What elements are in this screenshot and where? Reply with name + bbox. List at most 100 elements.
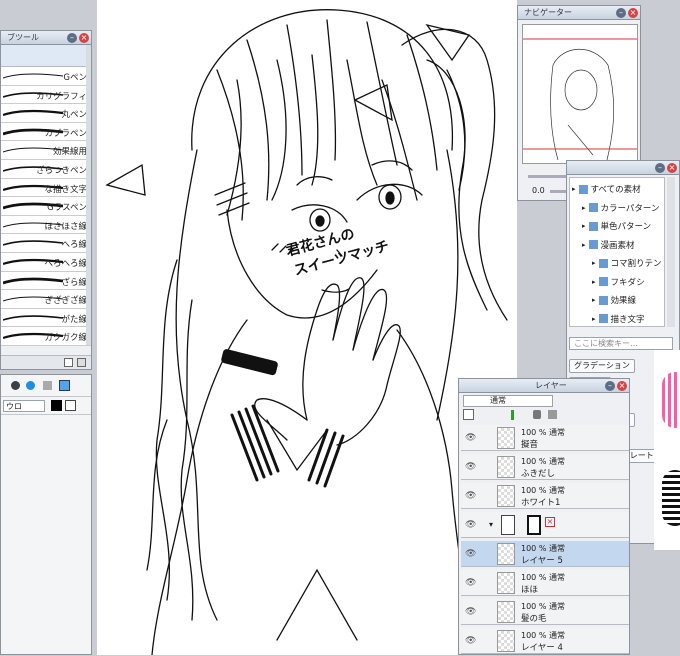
close-icon[interactable]: × bbox=[628, 7, 638, 18]
close-icon[interactable]: × bbox=[667, 162, 677, 173]
brush-item[interactable]: Gラスペン bbox=[1, 197, 91, 216]
eye-icon[interactable]: 👁 bbox=[465, 433, 476, 443]
brush-item[interactable]: Gペン bbox=[1, 67, 91, 86]
layer-opacity-blend: 100 % 通常 bbox=[521, 573, 565, 582]
brush-item[interactable]: カブラペン bbox=[1, 122, 91, 142]
minimize-icon[interactable]: – bbox=[605, 380, 615, 391]
mask-icon[interactable] bbox=[548, 410, 557, 419]
layer-name: ホワイト1 bbox=[521, 498, 561, 508]
brush-item-label: 効果線用 bbox=[52, 147, 87, 158]
minimize-icon[interactable]: – bbox=[655, 162, 665, 173]
folder-icon bbox=[588, 203, 598, 213]
brush-item[interactable]: ほさほさ線 bbox=[1, 215, 91, 235]
main-color-chip[interactable] bbox=[51, 400, 62, 411]
brush-item[interactable]: な描き文字 bbox=[1, 178, 91, 198]
layer-row[interactable]: 👁 100 % 通常 ほほ bbox=[461, 570, 629, 596]
close-icon[interactable]: × bbox=[617, 380, 627, 391]
material-tree-scrollbar[interactable] bbox=[667, 177, 675, 327]
expand-arrow-icon[interactable]: ▸ bbox=[592, 296, 596, 304]
brush-item[interactable]: へろへろ線 bbox=[1, 252, 91, 272]
brush-item[interactable]: ざらつきペン bbox=[1, 159, 91, 179]
material-tree-item[interactable]: ▸ 漫画素材 bbox=[572, 236, 662, 255]
eye-icon[interactable]: 👁 bbox=[465, 578, 476, 588]
color-wheel-icon[interactable] bbox=[26, 381, 35, 390]
expand-arrow-icon[interactable]: ▸ bbox=[592, 315, 596, 323]
material-tree-label: カラーパターン bbox=[600, 203, 660, 214]
material-tree-item[interactable]: ▸ コマ割りテン bbox=[572, 254, 662, 273]
layer-panel: レイヤー – × 通常 👁 100 % 通常 擬音 👁 100 % 通常 ふきだし 👁 100… bbox=[458, 378, 630, 655]
sub-color-chip[interactable] bbox=[65, 400, 76, 411]
material-tree-item[interactable]: ▸ 描き文字 bbox=[572, 310, 662, 329]
material-tree-label: 単色パターン bbox=[600, 222, 652, 233]
layer-list: 👁 100 % 通常 擬音 👁 100 % 通常 ふきだし 👁 100 % 通常 ホワイト1 👁 ▾… bbox=[461, 425, 629, 656]
layer-toolbar bbox=[463, 409, 627, 421]
expand-arrow-icon[interactable]: ▸ bbox=[592, 278, 596, 286]
eye-icon[interactable]: 👁 bbox=[465, 607, 476, 617]
close-icon[interactable]: × bbox=[79, 32, 89, 43]
expand-arrow-icon[interactable]: ▸ bbox=[572, 185, 576, 193]
material-tree-item[interactable]: ▸ フキダシ bbox=[572, 273, 662, 292]
expand-arrow-icon[interactable]: ▸ bbox=[582, 222, 586, 230]
material-tree-item[interactable]: ▸ カラーパターン bbox=[572, 199, 662, 218]
folder-expand-icon[interactable]: ▾ bbox=[489, 520, 493, 529]
delete-brush-icon[interactable] bbox=[77, 358, 86, 367]
mask-disable-icon[interactable]: × bbox=[545, 517, 555, 527]
brush-item[interactable]: がた線 bbox=[1, 308, 91, 328]
material-tree: ▸ すべての素材 ▸ カラーパターン ▸ 単色パターン ▸ 漫画素材 ▸ コマ割りテン ▸ フキダシ ▸… bbox=[569, 177, 665, 327]
new-brush-icon[interactable] bbox=[64, 358, 73, 367]
material-tag-button[interactable]: グラデーション bbox=[569, 359, 635, 373]
layer-row[interactable]: 👁 100 % 通常 擬音 bbox=[461, 425, 629, 451]
folder-icon bbox=[588, 221, 598, 231]
brush-panel-scrollbar[interactable] bbox=[86, 45, 91, 345]
color-mode-select[interactable]: ウロ bbox=[3, 400, 45, 412]
navigator-preview[interactable] bbox=[522, 24, 638, 164]
expand-arrow-icon[interactable]: ▸ bbox=[592, 259, 596, 267]
drawing-canvas[interactable]: 君花さんの スイーツマッチ bbox=[97, 0, 517, 655]
brush-tool-panel: ブツール – × Gペン カリグラフィ丸ペン カブラペン効果線用 ざらつきペン な描き文… bbox=[0, 30, 92, 370]
layer-row[interactable]: 👁 100 % 通常 レイヤー 4 bbox=[461, 628, 629, 654]
pen-icon[interactable] bbox=[511, 410, 514, 420]
layer-row[interactable]: 👁 100 % 通常 レイヤー 5 bbox=[461, 541, 629, 567]
eye-icon[interactable]: 👁 bbox=[465, 520, 476, 530]
eye-icon[interactable]: 👁 bbox=[465, 549, 476, 559]
navigator-thumbnail bbox=[523, 38, 637, 161]
minimize-icon[interactable]: – bbox=[67, 32, 77, 43]
color-set-icon[interactable] bbox=[43, 381, 52, 390]
eye-icon[interactable]: 👁 bbox=[465, 636, 476, 646]
brush-item[interactable]: へろ線 bbox=[1, 234, 91, 253]
brush-stroke-preview bbox=[3, 110, 63, 117]
layer-opacity-blend: 100 % 通常 bbox=[521, 428, 565, 437]
layer-row[interactable]: 👁 ▾ × bbox=[461, 512, 629, 538]
layer-row[interactable]: 👁 100 % 通常 ホワイト1 bbox=[461, 483, 629, 509]
brush-item[interactable]: ぎざぎざ線 bbox=[1, 290, 91, 309]
layer-row[interactable]: 👁 100 % 通常 ふきだし bbox=[461, 454, 629, 480]
material-tree-item[interactable]: ▸ すべての素材 bbox=[572, 180, 662, 199]
brush-item[interactable]: ざら線 bbox=[1, 271, 91, 291]
brush-item[interactable]: カリグラフィ bbox=[1, 85, 91, 105]
blend-mode-select[interactable]: 通常 bbox=[463, 395, 553, 407]
brush-item-label: 丸ペン bbox=[61, 110, 87, 121]
layer-title: レイヤー bbox=[535, 381, 567, 390]
expand-arrow-icon[interactable]: ▸ bbox=[582, 241, 586, 249]
brush-item[interactable]: 丸ペン bbox=[1, 104, 91, 123]
brush-item[interactable]: ガクガク線 bbox=[1, 327, 91, 346]
material-tree-item[interactable]: ▸ 効果線 bbox=[572, 291, 662, 310]
brush-item[interactable]: 効果線用 bbox=[1, 141, 91, 160]
lock-icon[interactable] bbox=[533, 410, 541, 419]
color-swatch-icon[interactable] bbox=[59, 380, 70, 391]
layer-titlebar[interactable]: レイヤー – × bbox=[459, 379, 629, 393]
expand-arrow-icon[interactable]: ▸ bbox=[582, 204, 586, 212]
material-titlebar[interactable]: – × bbox=[567, 161, 679, 175]
material-tree-item[interactable]: ▸ 単色パターン bbox=[572, 217, 662, 236]
eye-icon[interactable]: 👁 bbox=[465, 491, 476, 501]
brush-panel-titlebar[interactable]: ブツール – × bbox=[1, 31, 91, 45]
brush-item-label: Gラスペン bbox=[47, 203, 87, 214]
layer-color-icon[interactable] bbox=[463, 409, 474, 420]
navigator-titlebar[interactable]: ナビゲーター – × bbox=[518, 6, 640, 20]
color-dot-icon[interactable] bbox=[11, 381, 20, 390]
layer-row[interactable]: 👁 100 % 通常 髪の毛 bbox=[461, 599, 629, 625]
eye-icon[interactable]: 👁 bbox=[465, 462, 476, 472]
minimize-icon[interactable]: – bbox=[616, 7, 626, 18]
material-search-input[interactable]: ここに検索キー… bbox=[569, 337, 673, 350]
material-tree-label: すべての素材 bbox=[590, 185, 641, 196]
